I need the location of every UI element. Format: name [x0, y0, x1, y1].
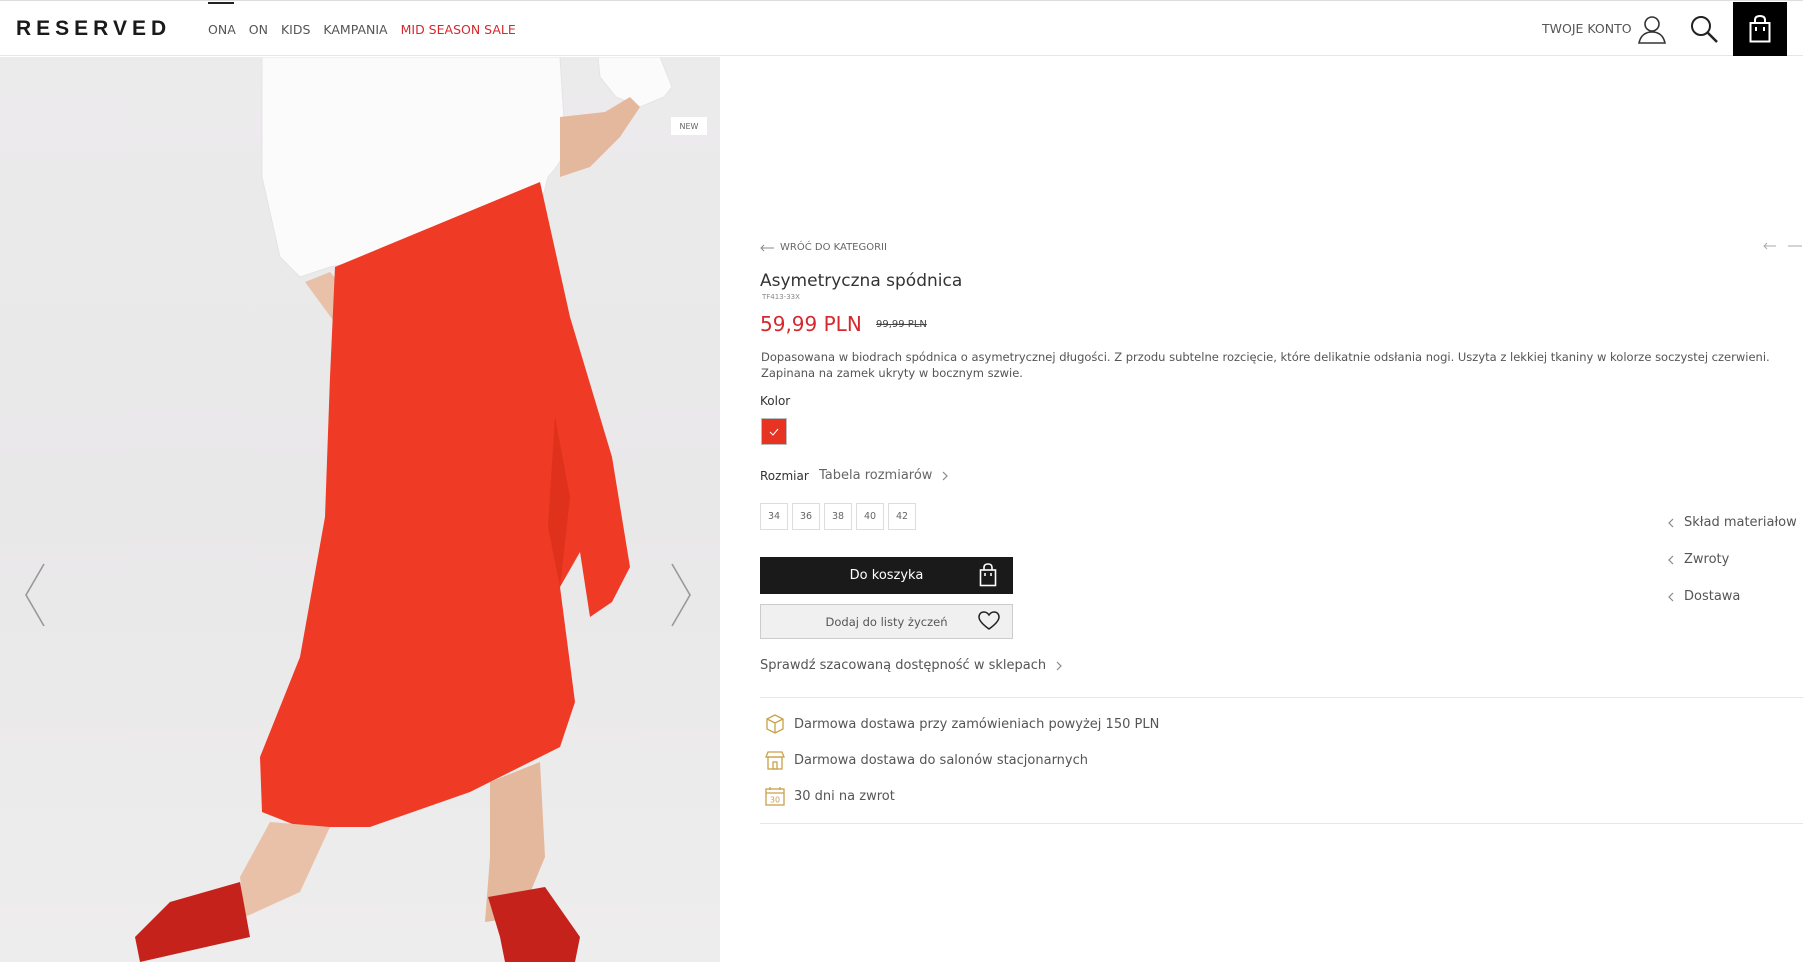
search-icon[interactable]	[1688, 13, 1720, 45]
product-description: Dopasowana w biodrach spódnica o asymetr…	[761, 350, 1770, 380]
store-icon	[765, 751, 785, 770]
product-page: RESERVED ONA ON KIDS KAMPANIA MID SEASON…	[0, 0, 1803, 962]
benefit-store-delivery: Darmowa dostawa do salonów stacjonarnych	[764, 749, 1088, 771]
size-label: Rozmiar	[760, 469, 809, 483]
nav-item-sale[interactable]: MID SEASON SALE	[401, 1, 516, 57]
size-table-label: Tabela rozmiarów	[819, 468, 933, 483]
calendar-icon-text: 30	[770, 796, 780, 805]
returns-link[interactable]: Zwroty	[1668, 552, 1797, 567]
nav-item-on[interactable]: ON	[249, 1, 268, 57]
size-option-40[interactable]: 40	[856, 503, 884, 530]
add-to-cart-label: Do koszyka	[849, 568, 924, 583]
box-icon	[766, 714, 784, 734]
chevron-right-icon	[943, 471, 949, 480]
size-option-34[interactable]: 34	[760, 503, 788, 530]
chevron-left-icon	[1668, 518, 1674, 527]
arrow-left-icon	[760, 244, 774, 251]
color-swatch-red[interactable]	[761, 418, 787, 445]
wishlist-label: Dodaj do listy życzeń	[825, 614, 948, 629]
shopping-bag-icon	[1749, 15, 1771, 43]
shopping-bag-icon	[979, 563, 997, 587]
add-to-wishlist-button[interactable]: Dodaj do listy życzeń	[760, 604, 1013, 639]
back-to-category-link[interactable]: WRÓĆ DO KATEGORII	[760, 242, 887, 253]
size-table-link[interactable]: Tabela rozmiarów	[819, 468, 949, 483]
header: RESERVED ONA ON KIDS KAMPANIA MID SEASON…	[0, 0, 1803, 56]
side-link-label: Skład materiałow	[1684, 515, 1797, 530]
account-link[interactable]: TWOJE KONTO	[1542, 21, 1632, 36]
availability-label: Sprawdź szacowaną dostępność w sklepach	[760, 658, 1047, 673]
user-icon[interactable]	[1636, 13, 1668, 45]
chevron-left-icon	[1668, 555, 1674, 564]
size-option-38[interactable]: 38	[824, 503, 852, 530]
main-nav: ONA ON KIDS KAMPANIA MID SEASON SALE	[208, 1, 529, 57]
right-shoe	[488, 887, 580, 962]
left-shoe	[135, 882, 250, 962]
size-option-42[interactable]: 42	[888, 503, 916, 530]
benefit-free-shipping: Darmowa dostawa przy zamówieniach powyże…	[764, 713, 1159, 735]
benefit-text: Darmowa dostawa do salonów stacjonarnych	[794, 752, 1089, 768]
nav-item-kids[interactable]: KIDS	[281, 1, 310, 57]
side-link-label: Zwroty	[1684, 552, 1730, 567]
product-photo	[135, 57, 673, 962]
size-options: 34 36 38 40 42	[760, 503, 916, 530]
logo[interactable]: RESERVED	[16, 17, 171, 41]
info-links: Skład materiałow Zwroty Dostawa	[1668, 515, 1797, 626]
nav-item-ona[interactable]: ONA	[208, 1, 236, 57]
chevron-right-icon	[1056, 661, 1062, 670]
add-to-cart-button[interactable]: Do koszyka	[760, 557, 1013, 594]
divider	[760, 823, 1803, 824]
benefit-returns: 30 30 dni na zwrot	[764, 785, 895, 807]
check-icon	[769, 428, 779, 436]
benefit-text: 30 dni na zwrot	[794, 788, 895, 804]
back-label: WRÓĆ DO KATEGORII	[780, 242, 887, 253]
chevron-left-icon	[1668, 592, 1674, 601]
product-sku: TF413-33X	[762, 293, 800, 301]
previous-image-arrow[interactable]	[24, 562, 46, 632]
product-title: Asymetryczna spódnica	[760, 271, 963, 291]
size-option-36[interactable]: 36	[792, 503, 820, 530]
nav-item-kampania[interactable]: KAMPANIA	[323, 1, 387, 57]
divider	[760, 697, 1803, 698]
product-prev-next[interactable]	[1762, 242, 1802, 253]
product-image: NEW	[0, 57, 720, 962]
store-availability-link[interactable]: Sprawdź szacowaną dostępność w sklepach	[760, 658, 1062, 673]
product-price: 59,99 PLN	[760, 312, 862, 336]
benefit-text: Darmowa dostawa przy zamówieniach powyże…	[794, 716, 1160, 732]
cart-button[interactable]	[1733, 2, 1787, 56]
old-price: 99,99 PLN	[876, 319, 927, 330]
delivery-link[interactable]: Dostawa	[1668, 589, 1797, 604]
side-link-label: Dostawa	[1684, 589, 1741, 604]
calendar-icon: 30	[765, 787, 785, 806]
new-badge: NEW	[671, 117, 707, 135]
heart-icon	[978, 611, 1000, 630]
color-label: Kolor	[760, 394, 791, 408]
next-image-arrow[interactable]	[670, 562, 692, 632]
material-composition-link[interactable]: Skład materiałow	[1668, 515, 1797, 530]
